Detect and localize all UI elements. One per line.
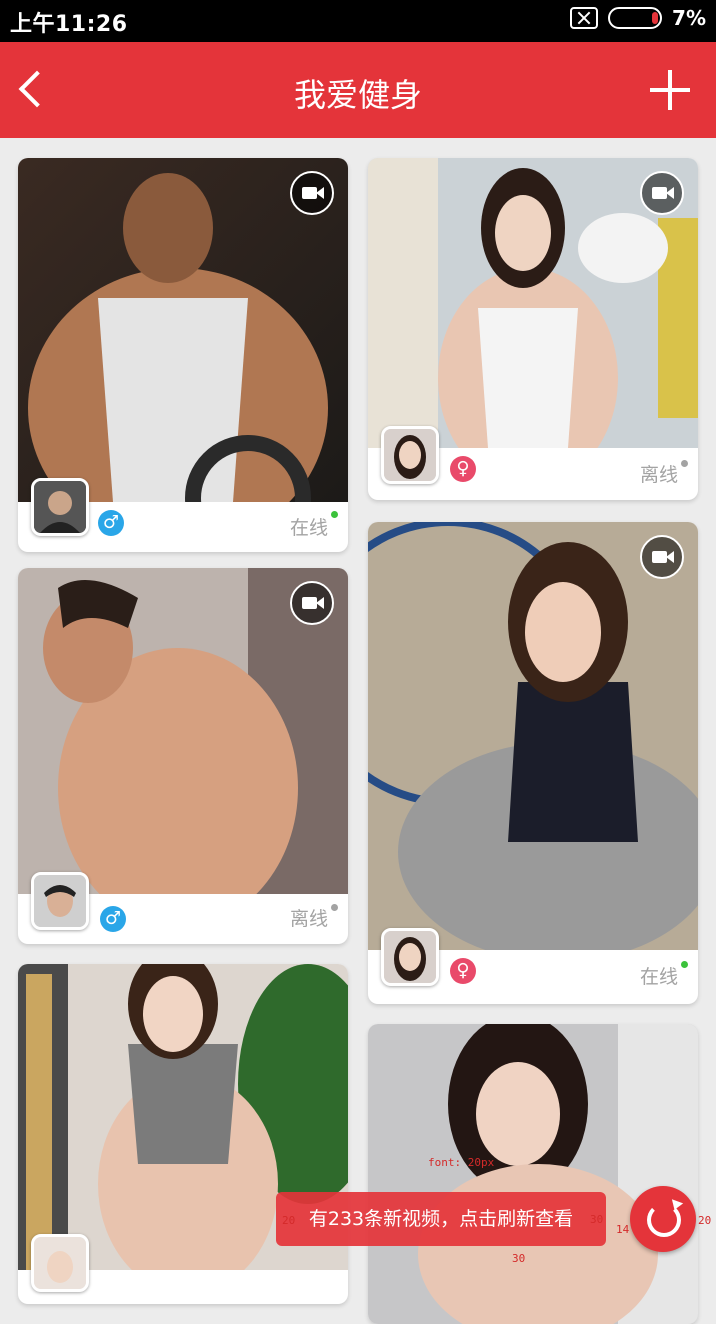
battery-percent: 7% xyxy=(672,6,706,30)
female-icon: ♀ xyxy=(450,958,476,984)
app-bar: 我爱健身 xyxy=(0,42,716,138)
online-status: 离线 xyxy=(289,908,328,930)
annotation-font-size: font: 20px xyxy=(428,1156,495,1169)
online-status: 在线 xyxy=(639,966,678,988)
battery-icon xyxy=(608,7,663,29)
status-icons: 7% xyxy=(570,6,706,30)
video-card-1[interactable]: ♂ 在线 xyxy=(18,158,348,552)
avatar[interactable] xyxy=(31,872,89,930)
video-card-5[interactable] xyxy=(18,964,348,1304)
avatar[interactable] xyxy=(381,426,439,484)
avatar[interactable] xyxy=(381,928,439,986)
video-card-2[interactable]: ♀ 离线 xyxy=(368,158,698,500)
video-thumbnail[interactable] xyxy=(368,1024,698,1324)
video-camera-icon xyxy=(640,171,684,215)
female-icon: ♀ xyxy=(450,456,476,482)
video-camera-icon xyxy=(640,535,684,579)
video-card-3[interactable]: ♂ 离线 xyxy=(18,568,348,944)
male-icon: ♂ xyxy=(100,906,126,932)
online-dot-icon xyxy=(681,961,688,968)
online-status: 在线 xyxy=(289,517,328,539)
avatar[interactable] xyxy=(31,1234,89,1292)
new-videos-toast[interactable]: 有233条新视频，点击刷新查看 xyxy=(276,1192,606,1246)
video-camera-icon xyxy=(290,581,334,625)
sim-off-icon xyxy=(570,7,599,29)
page-title: 我爱健身 xyxy=(293,76,422,114)
offline-dot-icon xyxy=(681,460,688,467)
status-time: 上午11:26 xyxy=(10,12,128,37)
annotation-left-pad: 20 xyxy=(282,1214,296,1227)
status-bar: 上午11:26 7% xyxy=(0,0,716,42)
avatar[interactable] xyxy=(31,478,89,536)
video-thumbnail[interactable] xyxy=(368,522,698,950)
annotation-bottom-pad: 30 xyxy=(512,1252,526,1265)
video-card-4[interactable]: ♀ 在线 xyxy=(368,522,698,1004)
offline-dot-icon xyxy=(331,904,338,911)
video-camera-icon xyxy=(290,171,334,215)
video-card-6[interactable] xyxy=(368,1024,698,1324)
male-icon: ♂ xyxy=(98,510,124,536)
refresh-button[interactable] xyxy=(630,1186,696,1252)
annotation-right-margin: 20 xyxy=(698,1214,712,1227)
annotation-gap: 14 xyxy=(616,1223,630,1236)
add-button[interactable] xyxy=(650,70,690,110)
online-dot-icon xyxy=(331,511,338,518)
annotation-right-pad: 30 xyxy=(590,1213,604,1226)
online-status: 离线 xyxy=(639,464,678,486)
